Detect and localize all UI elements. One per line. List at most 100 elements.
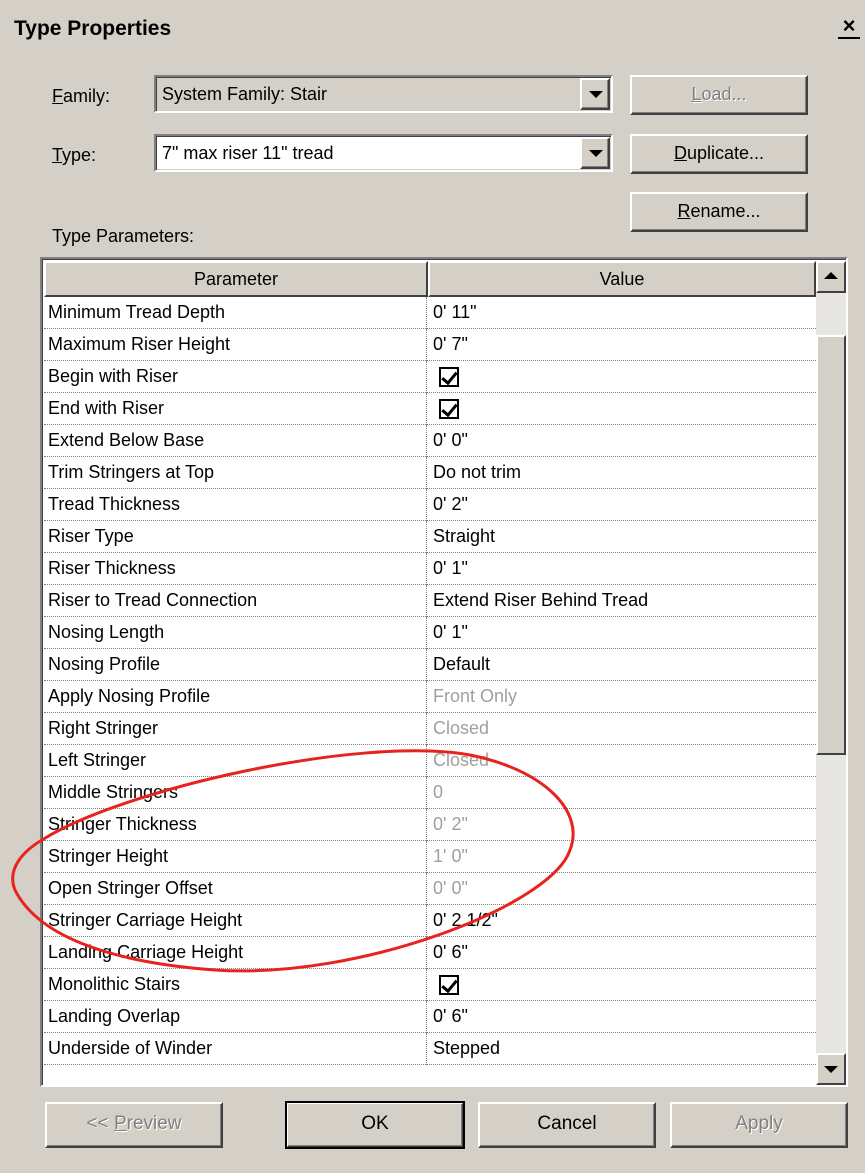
parameter-value-cell[interactable]: 1' 0" [427,841,816,873]
parameter-value-cell[interactable] [427,361,816,393]
parameter-value-cell[interactable]: Stepped [427,1033,816,1065]
checkbox-checked-icon[interactable] [439,367,459,387]
family-combo[interactable]: System Family: Stair [154,75,613,113]
table-row[interactable]: Stringer Carriage Height 0' 2 1/2" [44,905,816,937]
table-row[interactable]: Left Stringer Closed [44,745,816,777]
dialog-title: Type Properties [14,17,172,40]
table-row[interactable]: Nosing Length 0' 1" [44,617,816,649]
title-bar: Type Properties × [0,0,865,60]
parameter-value-cell[interactable]: 0' 1" [427,617,816,649]
table-row[interactable]: Riser Thickness 0' 1" [44,553,816,585]
parameter-value-cell[interactable]: 0' 1" [427,553,816,585]
type-value: 7" max riser 11" tread [162,143,334,163]
parameter-name-cell: Nosing Profile [44,649,427,681]
parameter-name-cell: Apply Nosing Profile [44,681,427,713]
table-row[interactable]: Open Stringer Offset 0' 0" [44,873,816,905]
rename-button[interactable]: Rename... [630,192,808,232]
parameter-value-cell[interactable]: 0' 0" [427,873,816,905]
parameter-value-cell[interactable]: 0' 2" [427,489,816,521]
vertical-scrollbar[interactable] [816,261,846,1085]
parameter-value-cell[interactable]: Default [427,649,816,681]
parameter-value-cell[interactable] [427,969,816,1001]
table-row[interactable]: Maximum Riser Height 0' 7" [44,329,816,361]
table-row[interactable]: Begin with Riser [44,361,816,393]
parameter-value-cell[interactable]: Closed [427,713,816,745]
table-row[interactable]: Stringer Height 1' 0" [44,841,816,873]
parameter-name-cell: End with Riser [44,393,427,425]
close-icon[interactable]: × [838,15,860,39]
value-column-header[interactable]: Value [428,261,816,297]
table-row[interactable]: Monolithic Stairs [44,969,816,1001]
parameter-value-cell[interactable]: 0' 6" [427,1001,816,1033]
table-row[interactable]: Right Stringer Closed [44,713,816,745]
parameter-name-cell: Maximum Riser Height [44,329,427,361]
parameter-name-cell: Trim Stringers at Top [44,457,427,489]
parameter-value-cell[interactable]: Closed [427,745,816,777]
parameter-name-cell: Extend Below Base [44,425,427,457]
scrollbar-thumb[interactable] [816,335,846,755]
table-row[interactable]: Tread Thickness 0' 2" [44,489,816,521]
duplicate-button[interactable]: Duplicate... [630,134,808,174]
parameter-name-cell: Monolithic Stairs [44,969,427,1001]
parameter-value-cell[interactable]: 0 [427,777,816,809]
parameter-name-cell: Riser Thickness [44,553,427,585]
table-row[interactable]: Landing Carriage Height 0' 6" [44,937,816,969]
parameter-name-cell: Middle Stringers [44,777,427,809]
table-row[interactable]: Riser to Tread Connection Extend Riser Be… [44,585,816,617]
parameter-name-cell: Landing Carriage Height [44,937,427,969]
table-row[interactable]: Nosing Profile Default [44,649,816,681]
type-parameters-table: Parameter Value Minimum Tread Depth 0' 11… [40,257,848,1087]
family-label: Family: [52,86,111,106]
table-row[interactable]: Riser Type Straight [44,521,816,553]
parameter-column-header[interactable]: Parameter [44,261,428,297]
checkbox-checked-icon[interactable] [439,975,459,995]
table-row[interactable]: Landing Overlap 0' 6" [44,1001,816,1033]
type-combo[interactable]: 7" max riser 11" tread [154,134,613,172]
type-label: Type: [52,145,97,165]
apply-button[interactable]: Apply [670,1102,848,1148]
parameter-name-cell: Riser to Tread Connection [44,585,427,617]
parameter-name-cell: Stringer Height [44,841,427,873]
scroll-down-icon[interactable] [816,1053,846,1085]
cancel-button[interactable]: Cancel [478,1102,656,1148]
parameter-value-cell[interactable] [427,393,816,425]
parameter-name-cell: Begin with Riser [44,361,427,393]
parameter-value-cell[interactable]: 0' 0" [427,425,816,457]
parameter-name-cell: Underside of Winder [44,1033,427,1065]
parameter-value-cell[interactable]: 0' 7" [427,329,816,361]
load-button[interactable]: Load... [630,75,808,115]
parameter-name-cell: Minimum Tread Depth [44,297,427,329]
table-row[interactable]: Trim Stringers at Top Do not trim [44,457,816,489]
parameter-name-cell: Open Stringer Offset [44,873,427,905]
checkbox-checked-icon[interactable] [439,399,459,419]
type-parameters-label: Type Parameters: [52,226,195,246]
scroll-up-icon[interactable] [816,261,846,293]
parameter-name-cell: Nosing Length [44,617,427,649]
chevron-down-icon[interactable] [580,137,610,169]
parameter-name-cell: Stringer Thickness [44,809,427,841]
table-row[interactable]: Minimum Tread Depth 0' 11" [44,297,816,329]
table-row[interactable]: Middle Stringers 0 [44,777,816,809]
parameter-value-cell[interactable]: 0' 2" [427,809,816,841]
table-rows: Minimum Tread Depth 0' 11" Maximum Riser H… [44,297,816,1065]
parameter-name-cell: Landing Overlap [44,1001,427,1033]
parameter-value-cell[interactable]: Front Only [427,681,816,713]
parameter-value-cell[interactable]: 0' 6" [427,937,816,969]
table-row[interactable]: Underside of Winder Stepped [44,1033,816,1065]
preview-button[interactable]: << Preview [45,1102,223,1148]
parameter-name-cell: Left Stringer [44,745,427,777]
parameter-value-cell[interactable]: 0' 11" [427,297,816,329]
parameter-value-cell[interactable]: Do not trim [427,457,816,489]
chevron-down-icon[interactable] [580,78,610,110]
family-value: System Family: Stair [162,84,328,104]
table-row[interactable]: End with Riser [44,393,816,425]
parameter-value-cell[interactable]: Extend Riser Behind Tread [427,585,816,617]
parameter-name-cell: Stringer Carriage Height [44,905,427,937]
table-row[interactable]: Extend Below Base 0' 0" [44,425,816,457]
ok-button[interactable]: OK [285,1101,465,1149]
table-row[interactable]: Apply Nosing Profile Front Only [44,681,816,713]
parameter-name-cell: Tread Thickness [44,489,427,521]
table-row[interactable]: Stringer Thickness 0' 2" [44,809,816,841]
parameter-value-cell[interactable]: 0' 2 1/2" [427,905,816,937]
parameter-value-cell[interactable]: Straight [427,521,816,553]
